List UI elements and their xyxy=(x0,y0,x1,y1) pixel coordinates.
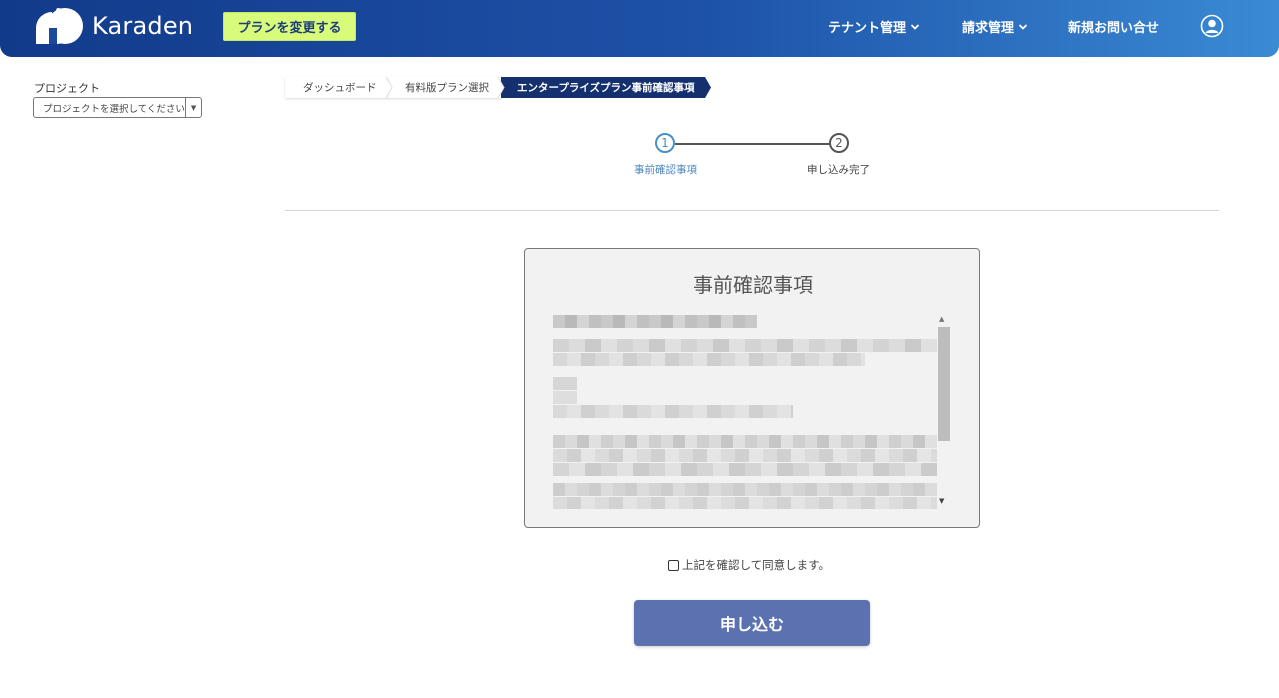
project-select[interactable]: プロジェクトを選択してください ▼ xyxy=(33,97,202,118)
breadcrumb-current: エンタープライズプラン事前確認事項 xyxy=(501,77,711,98)
submit-button[interactable]: 申し込む xyxy=(634,600,870,646)
scroll-down-icon[interactable]: ▼ xyxy=(939,497,944,505)
nav-new-inquiry[interactable]: 新規お問い合せ xyxy=(1068,17,1159,36)
agree-label: 上記を確認して同意します。 xyxy=(682,558,831,572)
agree-checkbox-row[interactable]: 上記を確認して同意します。 xyxy=(668,557,830,573)
chevron-down-icon xyxy=(1018,23,1028,30)
logo-text: Karaden xyxy=(92,12,194,40)
breadcrumb-dashboard-label: ダッシュボード xyxy=(303,82,377,94)
terms-content-obscured[interactable] xyxy=(552,305,937,509)
change-plan-button[interactable]: プランを変更する xyxy=(223,12,356,41)
terms-scrollbar[interactable]: ▲ ▼ xyxy=(937,315,950,507)
project-label: プロジェクト xyxy=(34,82,100,95)
breadcrumb-current-label: エンタープライズプラン事前確認事項 xyxy=(517,82,695,94)
step-2-circle: 2 xyxy=(829,133,849,153)
breadcrumb-separator-icon xyxy=(385,77,393,98)
stepper-connector xyxy=(675,143,830,145)
user-circle-icon[interactable] xyxy=(1200,14,1224,38)
step-2-label: 申し込み完了 xyxy=(807,164,870,176)
terms-box: 事前確認事項 ▲ ▼ xyxy=(524,248,980,528)
scroll-up-icon[interactable]: ▲ xyxy=(939,315,944,323)
scrollbar-thumb[interactable] xyxy=(938,327,950,441)
section-divider xyxy=(285,210,1219,211)
nav-tenant-management[interactable]: テナント管理 xyxy=(828,17,920,36)
nav-billing-label: 請求管理 xyxy=(962,21,1015,36)
step-1-circle: 1 xyxy=(655,133,675,153)
breadcrumb-paid-plan-label: 有料版プラン選択 xyxy=(405,82,489,94)
agree-checkbox[interactable] xyxy=(668,559,679,571)
nav-billing-management[interactable]: 請求管理 xyxy=(962,17,1028,36)
nav-inquiry-label: 新規お問い合せ xyxy=(1068,21,1160,36)
breadcrumb-separator-icon xyxy=(497,77,505,98)
top-header: Karaden プランを変更する テナント管理 請求管理 新規お問い合せ xyxy=(0,0,1279,57)
breadcrumb-paid-plan[interactable]: 有料版プラン選択 xyxy=(389,77,505,98)
terms-title: 事前確認事項 xyxy=(693,273,813,297)
breadcrumb: ダッシュボード 有料版プラン選択 エンタープライズプラン事前確認事項 xyxy=(285,77,711,98)
chevron-down-icon xyxy=(910,23,920,30)
dropdown-arrow-icon: ▼ xyxy=(185,98,201,117)
breadcrumb-dashboard[interactable]: ダッシュボード xyxy=(285,77,393,98)
step-1-label: 事前確認事項 xyxy=(634,164,697,176)
karaden-logo-icon xyxy=(36,8,83,44)
karaden-logo[interactable]: Karaden xyxy=(36,8,193,44)
project-select-value: プロジェクトを選択してください xyxy=(43,103,185,115)
nav-tenant-label: テナント管理 xyxy=(828,21,907,36)
